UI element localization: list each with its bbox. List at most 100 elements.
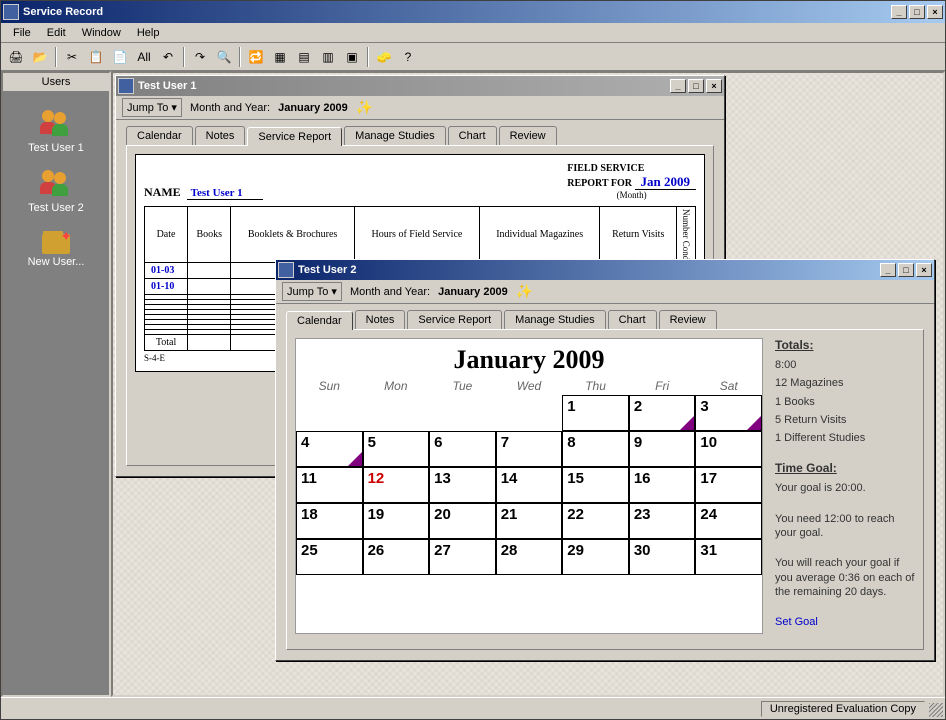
calendar-day[interactable]: 12 [363,467,430,503]
tab-chart[interactable]: Chart [608,310,657,329]
calendar-title: January 2009 [296,339,762,377]
menu-edit[interactable]: Edit [39,25,74,41]
calendar-day[interactable]: 22 [562,503,629,539]
sidebar-new-user[interactable]: ✦New User... [3,222,109,276]
calendar-day[interactable]: 3 [695,395,762,431]
calendar-day[interactable]: 2 [629,395,696,431]
calendar-day[interactable]: 17 [695,467,762,503]
set-goal-link[interactable]: Set Goal [775,615,915,629]
calendar-day[interactable]: 10 [695,431,762,467]
calendar-day[interactable]: 25 [296,539,363,575]
arrange-icon[interactable]: ▣ [341,46,363,68]
calendar-day[interactable]: 23 [629,503,696,539]
tab-chart[interactable]: Chart [448,126,497,145]
calendar-day[interactable]: 30 [629,539,696,575]
child2-title: Test User 2 [298,264,880,276]
month-year-value: January 2009 [438,286,508,298]
resize-grip-icon[interactable] [929,703,943,717]
sidebar-user-1[interactable]: Test User 2 [3,162,109,222]
cascade-icon[interactable]: ▦ [269,46,291,68]
calendar-day[interactable]: 4 [296,431,363,467]
child2-maximize-button[interactable]: □ [898,263,914,277]
wand-icon[interactable]: ✨ [356,99,373,116]
calendar-day[interactable]: 7 [496,431,563,467]
undo-icon[interactable]: ↶ [157,46,179,68]
calendar-day[interactable]: 1 [562,395,629,431]
replace-icon[interactable]: 🔁 [245,46,267,68]
menu-help[interactable]: Help [129,25,168,41]
sidebar-item-label: Test User 1 [28,142,84,154]
menu-window[interactable]: Window [74,25,129,41]
child1-close-button[interactable]: × [706,79,722,93]
cut-icon[interactable]: ✂ [61,46,83,68]
calendar-day[interactable]: 18 [296,503,363,539]
find-icon[interactable]: 🔍 [213,46,235,68]
calendar-day[interactable]: 11 [296,467,363,503]
calendar-day[interactable]: 14 [496,467,563,503]
print-icon[interactable]: 🖨 [5,46,27,68]
calendar-day[interactable]: 6 [429,431,496,467]
calendar-day[interactable]: 24 [695,503,762,539]
calendar-day[interactable]: 31 [695,539,762,575]
calendar-dow: Sat [695,377,762,395]
sidebar-header: Users [3,73,109,92]
minimize-button[interactable]: _ [891,5,907,19]
jump-to-button[interactable]: Jump To ▾ [282,282,342,301]
menu-file[interactable]: File [5,25,39,41]
calendar-day[interactable]: 16 [629,467,696,503]
calendar-day[interactable]: 27 [429,539,496,575]
child-window-icon [118,78,134,94]
redo-icon[interactable]: ↷ [189,46,211,68]
calendar-day[interactable]: 5 [363,431,430,467]
calendar-day[interactable]: 8 [562,431,629,467]
sidebar-user-0[interactable]: Test User 1 [3,102,109,162]
activity-marker-icon [348,452,362,466]
calendar-day[interactable]: 21 [496,503,563,539]
wand-icon[interactable]: ✨ [516,283,533,300]
jump-to-button[interactable]: Jump To ▾ [122,98,182,117]
tab-service-report[interactable]: Service Report [407,310,502,329]
tab-notes[interactable]: Notes [355,310,406,329]
calendar-day[interactable]: 15 [562,467,629,503]
child1-maximize-button[interactable]: □ [688,79,704,93]
calendar-dow: Wed [496,377,563,395]
child2-titlebar[interactable]: Test User 2 _ □ × [276,260,934,280]
child1-minimize-button[interactable]: _ [670,79,686,93]
calendar-dow: Mon [363,377,430,395]
eraser-icon[interactable]: 🧽 [373,46,395,68]
tile-v-icon[interactable]: ▥ [317,46,339,68]
calendar-day[interactable]: 29 [562,539,629,575]
calendar-dow: Fri [629,377,696,395]
child2-minimize-button[interactable]: _ [880,263,896,277]
paste-icon[interactable]: 📄 [109,46,131,68]
tab-manage-studies[interactable]: Manage Studies [344,126,446,145]
tab-review[interactable]: Review [659,310,717,329]
tab-calendar[interactable]: Calendar [126,126,193,145]
calendar-day[interactable]: 9 [629,431,696,467]
help-icon[interactable]: ? [397,46,419,68]
tab-service-report[interactable]: Service Report [247,127,342,146]
totals-line: 8:00 [775,358,915,372]
child1-titlebar[interactable]: Test User 1 _ □ × [116,76,724,96]
close-button[interactable]: × [927,5,943,19]
goal-text-1: Your goal is 20:00. [775,481,915,495]
tab-calendar[interactable]: Calendar [286,311,353,330]
calendar-day[interactable]: 13 [429,467,496,503]
open-icon[interactable]: 📂 [29,46,51,68]
maximize-button[interactable]: □ [909,5,925,19]
calendar-day[interactable]: 26 [363,539,430,575]
tab-review[interactable]: Review [499,126,557,145]
time-goal-heading: Time Goal: [775,461,915,475]
calendar-day[interactable]: 19 [363,503,430,539]
tile-h-icon[interactable]: ▤ [293,46,315,68]
all-icon[interactable]: All [133,46,155,68]
tab-notes[interactable]: Notes [195,126,246,145]
calendar-day[interactable]: 20 [429,503,496,539]
tab-manage-studies[interactable]: Manage Studies [504,310,606,329]
users-icon [40,110,72,138]
copy-icon[interactable]: 📋 [85,46,107,68]
child2-close-button[interactable]: × [916,263,932,277]
calendar-day[interactable]: 28 [496,539,563,575]
report-footer-left: S-4-E [144,353,165,363]
report-month-value: Jan 2009 [635,174,696,190]
